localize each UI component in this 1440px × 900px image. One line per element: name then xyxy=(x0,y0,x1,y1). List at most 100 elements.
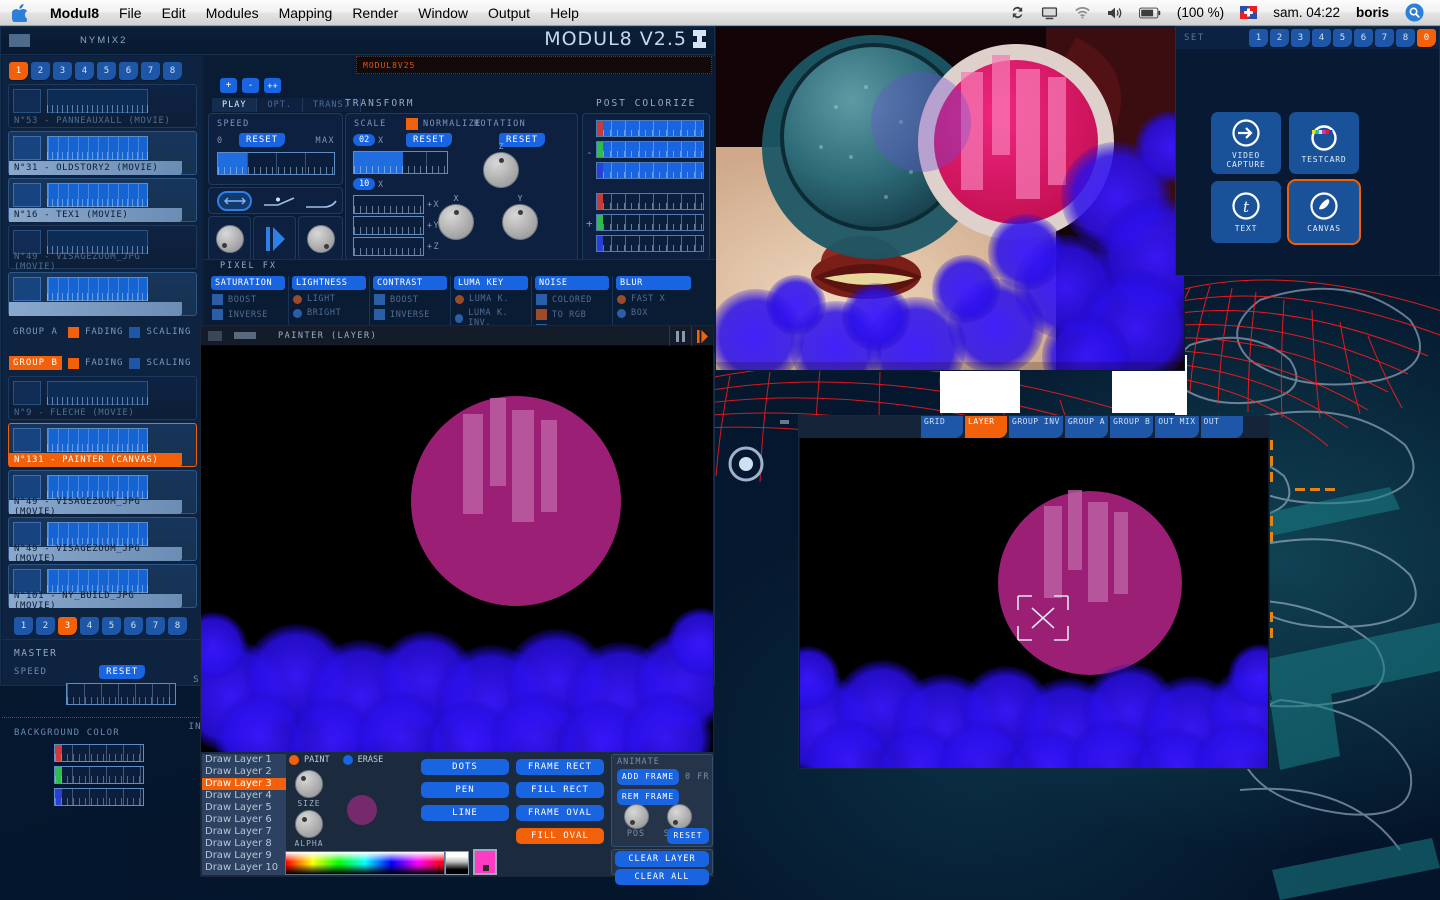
painter-window-grip[interactable] xyxy=(234,332,256,339)
offset-y-slider[interactable] xyxy=(353,216,424,235)
normalize-toggle[interactable] xyxy=(406,118,418,130)
tool-line-button[interactable]: LINE xyxy=(421,805,509,821)
fx-header[interactable]: CONTRAST xyxy=(373,276,447,290)
display-icon[interactable] xyxy=(1033,6,1066,20)
layer-thumbnail[interactable] xyxy=(13,569,41,593)
fx-header[interactable]: NOISE xyxy=(535,276,609,290)
offset-z-slider[interactable] xyxy=(353,237,424,256)
colorize-plus-blue[interactable] xyxy=(596,235,704,252)
fx-option[interactable]: LUMA K. xyxy=(455,294,531,304)
transform-reset-button[interactable]: RESET xyxy=(406,133,453,147)
media-button-canvas[interactable]: CANVAS xyxy=(1287,179,1361,245)
speed-slider[interactable] xyxy=(217,152,335,175)
group-a-bank-6[interactable]: 6 xyxy=(119,62,138,80)
animate-section[interactable]: ANIMATE ADD FRAME 0 FR REM FRAME POS RES… xyxy=(611,754,713,847)
speed-section[interactable]: SPEED 0 RESET MAX xyxy=(208,113,343,185)
menu-item-output[interactable]: Output xyxy=(478,0,540,26)
fx-option[interactable]: BRIGHT xyxy=(293,308,369,318)
rem-frame-button[interactable]: REM FRAME xyxy=(617,789,679,805)
volume-icon[interactable] xyxy=(1099,6,1131,20)
fx-option[interactable]: FAST X xyxy=(617,294,694,304)
layer-thumbnail[interactable] xyxy=(13,89,41,113)
media-bank-4[interactable]: 4 xyxy=(1312,29,1331,47)
radio[interactable] xyxy=(293,308,302,318)
group-b-bank-8[interactable]: 8 xyxy=(168,617,187,635)
animate-reset-button[interactable]: RESET xyxy=(667,828,709,844)
checkbox[interactable] xyxy=(212,309,223,320)
menu-item-file[interactable]: File xyxy=(109,0,152,26)
painter-titlebar[interactable]: PAINTER (LAYER) xyxy=(201,326,713,346)
speed-knob[interactable] xyxy=(666,804,692,829)
media-button-video-capture[interactable]: VIDEO CAPTURE xyxy=(1211,112,1281,174)
tool-fill-oval-button[interactable]: FILL OVAL xyxy=(516,828,604,844)
painter-toolbar[interactable]: Draw Layer 1 Draw Layer 2 Draw Layer 3 D… xyxy=(201,752,713,885)
rotation-knob-z[interactable] xyxy=(483,152,519,188)
draw-layer-item[interactable]: Draw Layer 4 xyxy=(202,790,286,802)
tab-opt[interactable]: OPT. xyxy=(257,98,303,112)
tool-frame-oval-button[interactable]: FRAME OVAL xyxy=(516,805,604,821)
play-mode-row[interactable] xyxy=(208,187,343,214)
group-a-scaling-swatch[interactable] xyxy=(129,326,141,338)
rotation-knob-y[interactable] xyxy=(502,204,538,240)
painter-window[interactable]: PAINTER (LAYER) Draw Layer 1 Draw Layer … xyxy=(200,325,714,885)
preview-tab-group-inv[interactable]: GROUP INV xyxy=(1009,416,1063,438)
painter-window-button[interactable] xyxy=(208,330,222,341)
battery-icon[interactable] xyxy=(1131,7,1169,19)
output-preview-window[interactable] xyxy=(715,26,1185,371)
layer-thumbnail[interactable] xyxy=(13,381,41,405)
brush-controls[interactable]: PAINT ERASE SIZE ALPHA xyxy=(289,755,411,850)
battery-percent[interactable]: (100 %) xyxy=(1169,5,1232,20)
draw-layer-item[interactable]: Draw Layer 5 xyxy=(202,802,286,814)
group-a-label[interactable]: GROUP A xyxy=(9,325,62,339)
rotation-knob-x[interactable] xyxy=(438,204,474,240)
fx-option[interactable]: BOOST xyxy=(212,294,288,305)
layer-thumbnail[interactable] xyxy=(13,522,41,546)
media-bank-3[interactable]: 3 xyxy=(1291,29,1310,47)
master-speed-slider[interactable] xyxy=(66,683,176,705)
group-b-bank-4[interactable]: 4 xyxy=(80,617,99,635)
menu-item-edit[interactable]: Edit xyxy=(152,0,196,26)
tool-fill-rect-button[interactable]: FILL RECT xyxy=(516,782,604,798)
preview-tab-group-a[interactable]: GROUP A xyxy=(1064,416,1109,438)
checkbox[interactable] xyxy=(374,309,385,320)
media-bank-8[interactable]: 8 xyxy=(1396,29,1415,47)
group-b-bank-1[interactable]: 1 xyxy=(14,617,33,635)
group-b-bank-row[interactable]: 1 2 3 4 5 6 7 8 xyxy=(2,611,203,639)
media-bank-5[interactable]: 5 xyxy=(1333,29,1352,47)
preset-name-strip[interactable]: MODUL8V25 xyxy=(356,56,712,74)
group-a-bank-5[interactable]: 5 xyxy=(97,62,116,80)
layer-row[interactable]: N°16 - TEX1 (MOVIE) xyxy=(8,178,197,222)
fx-option[interactable]: TO RGB xyxy=(536,309,612,320)
fx-option[interactable]: BOOST xyxy=(374,294,450,305)
play-button-box[interactable] xyxy=(253,216,296,261)
play-icon[interactable] xyxy=(266,226,286,257)
colorize-minus-green[interactable] xyxy=(596,141,704,158)
keystone-value[interactable]: 10 xyxy=(353,178,376,190)
radio[interactable] xyxy=(617,294,626,304)
group-a-bank-2[interactable]: 2 xyxy=(31,62,50,80)
group-a-bar[interactable]: GROUP A FADING SCALING xyxy=(2,319,203,345)
color-spectrum-picker[interactable] xyxy=(285,851,445,875)
checkbox[interactable] xyxy=(536,294,547,305)
add-frame-button[interactable]: ADD FRAME xyxy=(617,769,679,785)
menubar-user[interactable]: boris xyxy=(1348,5,1397,20)
checkbox[interactable] xyxy=(374,294,385,305)
radio[interactable] xyxy=(455,294,464,304)
group-a-bank-4[interactable]: 4 xyxy=(75,62,94,80)
colorize-plus-green[interactable] xyxy=(596,214,704,231)
menubar-clock[interactable]: sam. 04:22 xyxy=(1265,5,1348,20)
pause-icon[interactable] xyxy=(669,326,691,346)
sync-icon[interactable] xyxy=(1002,5,1033,20)
layer-thumbnail[interactable] xyxy=(13,428,41,452)
preview-tab-out[interactable]: OUT xyxy=(1200,416,1243,438)
current-color-swatch[interactable] xyxy=(473,849,497,875)
menu-item-mapping[interactable]: Mapping xyxy=(269,0,343,26)
play-knob-right-box[interactable] xyxy=(298,216,343,261)
preview-tab-layer[interactable]: LAYER xyxy=(965,416,1007,438)
play-knob-left[interactable] xyxy=(216,225,244,253)
bg-red-slider[interactable] xyxy=(54,744,144,762)
group-b-bar[interactable]: GROUP B FADING SCALING xyxy=(2,350,203,376)
color-brightness-picker[interactable] xyxy=(445,851,469,875)
scale-slider[interactable] xyxy=(353,151,448,174)
menu-item-help[interactable]: Help xyxy=(540,0,589,26)
